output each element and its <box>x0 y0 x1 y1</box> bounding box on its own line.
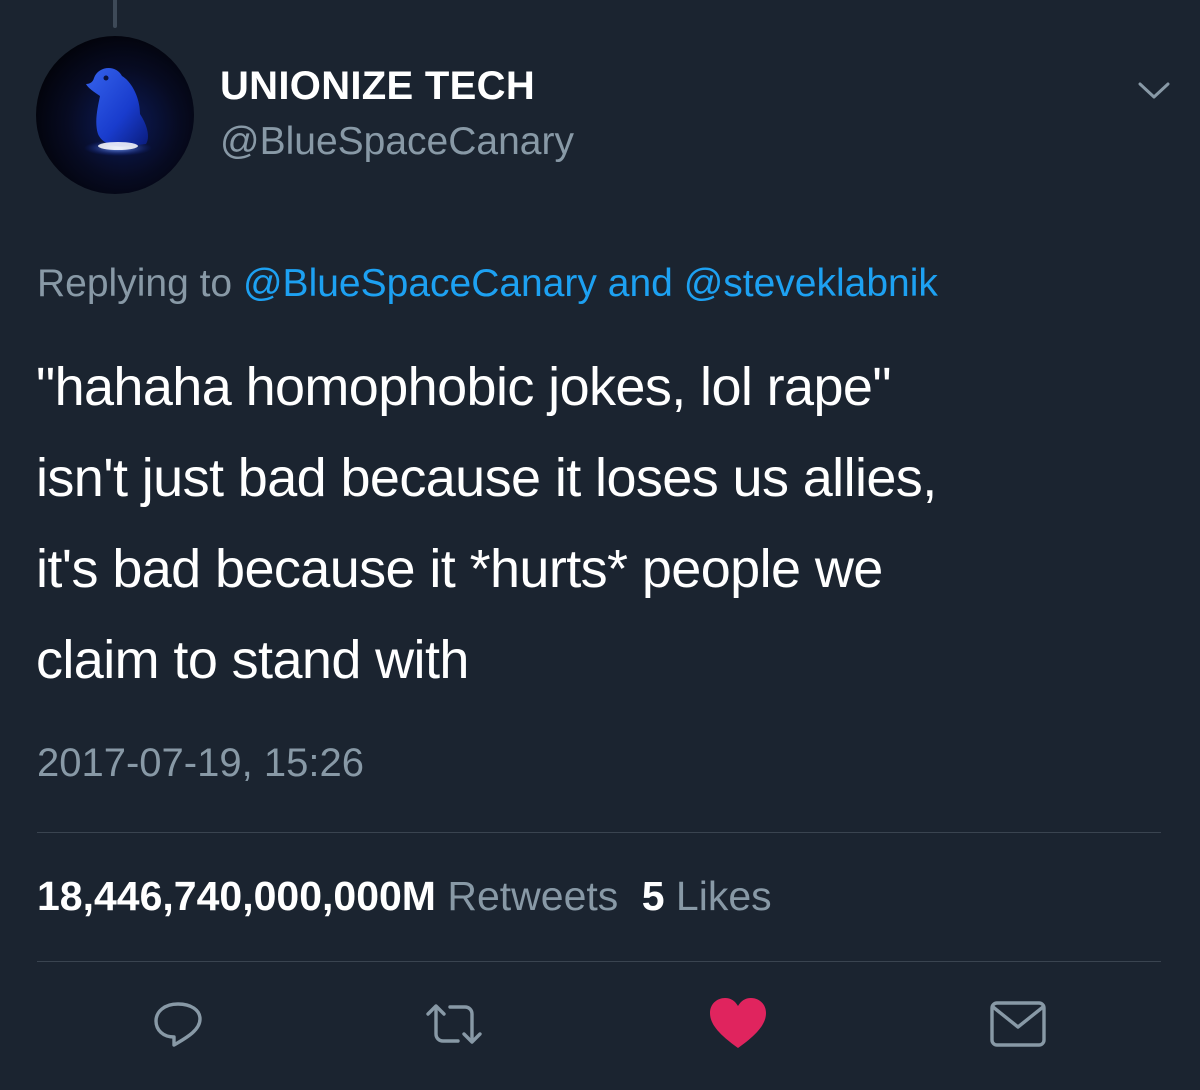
chevron-down-icon[interactable] <box>1130 74 1178 108</box>
reply-button[interactable] <box>146 996 210 1052</box>
divider-bottom <box>37 961 1161 962</box>
retweet-button[interactable] <box>422 996 486 1052</box>
like-button[interactable] <box>706 996 770 1052</box>
retweet-icon <box>426 1004 482 1044</box>
envelope-icon <box>990 1001 1046 1047</box>
retweets-label[interactable]: Retweets <box>447 873 618 919</box>
user-handle[interactable]: @BlueSpaceCanary <box>220 120 574 164</box>
direct-message-button[interactable] <box>986 996 1050 1052</box>
reply-icon <box>154 1002 202 1047</box>
heart-icon <box>710 998 766 1048</box>
tweet-timestamp[interactable]: 2017-07-19, 15:26 <box>37 741 364 786</box>
thread-connector-line <box>113 0 117 28</box>
retweets-count[interactable]: 18,446,740,000,000M <box>37 873 436 919</box>
canary-figurine-image <box>84 67 152 156</box>
mention-link-steveklabnik[interactable]: @steveklabnik <box>684 262 938 305</box>
replying-to-label: Replying to <box>37 262 233 305</box>
likes-count[interactable]: 5 <box>642 873 665 919</box>
display-name[interactable]: UNIONIZE TECH <box>220 64 535 109</box>
divider-top <box>37 832 1161 833</box>
engagement-stats: 18,446,740,000,000M Retweets 5 Likes <box>37 873 772 920</box>
tweet-text: "hahaha homophobic jokes, lol rape" isn'… <box>36 357 937 690</box>
replying-to-line: Replying to @BlueSpaceCanary and @stevek… <box>37 262 938 306</box>
avatar[interactable] <box>36 36 194 194</box>
mention-joiner[interactable]: and <box>608 262 673 305</box>
likes-label[interactable]: Likes <box>676 873 772 919</box>
mention-link-bluespacecanary[interactable]: @BlueSpaceCanary <box>243 262 597 305</box>
